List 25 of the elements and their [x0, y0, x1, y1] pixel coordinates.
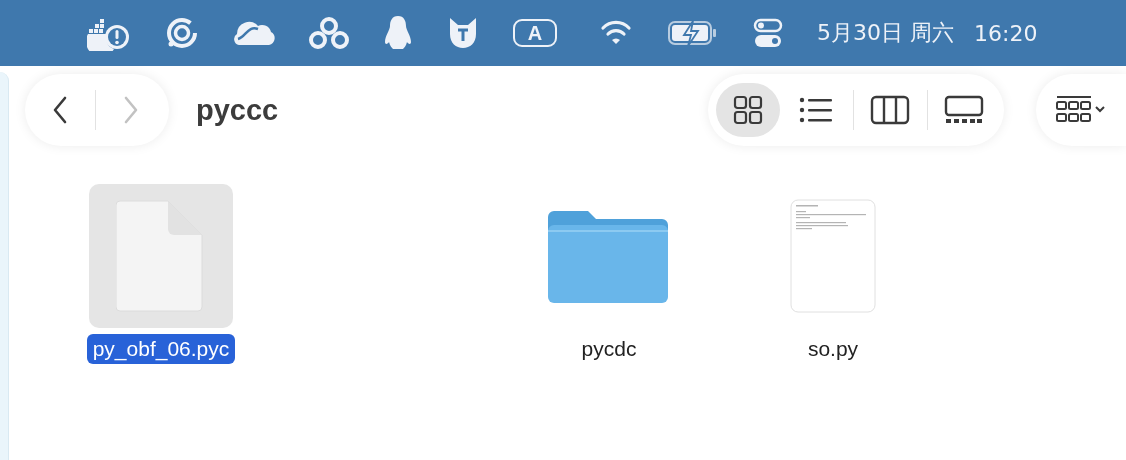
gallery-icon — [943, 95, 984, 125]
wifi-icon[interactable] — [599, 19, 633, 47]
chevron-left-icon — [52, 96, 68, 124]
grid-icon — [733, 95, 763, 125]
file-name[interactable]: so.py — [801, 334, 865, 364]
list-icon — [799, 96, 834, 124]
battery-charging-icon[interactable] — [667, 20, 719, 46]
ring-icon[interactable] — [165, 16, 199, 50]
input-method-indicator[interactable]: A — [513, 19, 557, 47]
chevron-right-icon — [123, 96, 139, 124]
group-button[interactable] — [1036, 74, 1126, 146]
columns-icon — [870, 95, 911, 125]
file-name[interactable]: py_obf_06.pyc — [86, 334, 236, 364]
menu-bar-date[interactable]: 5月30日 周六 — [817, 18, 954, 48]
control-center-icon[interactable] — [753, 18, 783, 48]
cat-icon[interactable] — [447, 16, 479, 50]
icons-view-button[interactable] — [716, 83, 780, 137]
group-icon — [1056, 95, 1106, 125]
cloud-rings-icon[interactable] — [309, 16, 349, 50]
menu-bar-clock[interactable]: 16:20 — [974, 20, 1038, 46]
selected-file-thumbnail[interactable] — [89, 184, 233, 328]
text-document-icon — [790, 199, 876, 313]
penguin-icon[interactable] — [383, 15, 413, 51]
file-name[interactable]: pycdc — [575, 334, 643, 364]
window-title: pyccc — [196, 93, 279, 127]
